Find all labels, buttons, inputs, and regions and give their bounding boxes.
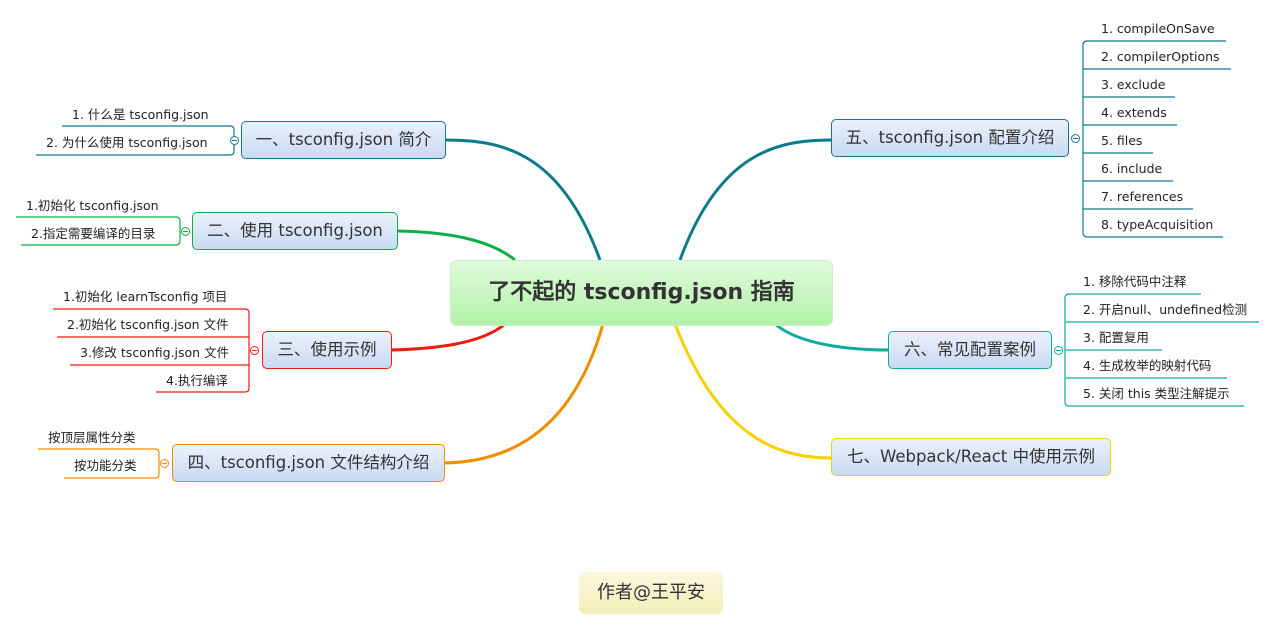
subtopic[interactable]: 1.初始化 learnTsconfig 项目 [63, 289, 227, 305]
subtopic[interactable]: 1. compileOnSave [1101, 21, 1215, 37]
connector-branch-3 [390, 322, 506, 352]
connector-branch-6 [774, 322, 890, 352]
subtopic[interactable]: 1. 什么是 tsconfig.json [72, 107, 209, 123]
subtopic[interactable]: 2. 开启null、undefined检测 [1083, 302, 1247, 318]
connector-branch-1 [444, 138, 602, 261]
main-topic-3[interactable]: 三、使用示例 [262, 331, 392, 369]
collapse-icon[interactable] [1054, 346, 1063, 355]
collapse-icon[interactable] [1071, 134, 1080, 143]
subtopic[interactable]: 1. 移除代码中注释 [1083, 274, 1186, 290]
subtopic[interactable]: 2.指定需要编译的目录 [31, 226, 155, 242]
connector-branch-7 [673, 323, 833, 460]
subtopic[interactable]: 4. 生成枚举的映射代码 [1083, 358, 1211, 374]
subtopic[interactable]: 2. compilerOptions [1101, 49, 1220, 65]
subtopic[interactable]: 5. files [1101, 133, 1142, 149]
subtopic[interactable]: 4. extends [1101, 105, 1167, 121]
subtopic[interactable]: 3. exclude [1101, 77, 1165, 93]
subtopic[interactable]: 6. include [1101, 161, 1162, 177]
author-label[interactable]: 作者@王平安 [579, 572, 723, 614]
subtopic[interactable]: 8. typeAcquisition [1101, 217, 1213, 233]
central-topic[interactable]: 了不起的 tsconfig.json 指南 [450, 260, 833, 326]
subtopic[interactable]: 5. 关闭 this 类型注解提示 [1083, 386, 1230, 402]
subtopic[interactable]: 按顶层属性分类 [48, 430, 136, 446]
subtopic[interactable]: 1.初始化 tsconfig.json [26, 198, 159, 214]
main-topic-5[interactable]: 五、tsconfig.json 配置介绍 [831, 119, 1069, 157]
collapse-icon[interactable] [230, 136, 239, 145]
collapse-icon[interactable] [181, 227, 190, 236]
collapse-icon[interactable] [250, 346, 259, 355]
main-topic-1[interactable]: 一、tsconfig.json 简介 [241, 121, 446, 159]
connector-branch-4 [443, 323, 605, 465]
subtopic[interactable]: 2.初始化 tsconfig.json 文件 [67, 317, 229, 333]
connector-branch-5 [678, 138, 833, 261]
subtopic[interactable]: 按功能分类 [74, 458, 137, 474]
main-topic-6[interactable]: 六、常见配置案例 [888, 331, 1052, 369]
main-topic-4[interactable]: 四、tsconfig.json 文件结构介绍 [172, 444, 445, 482]
subtopic[interactable]: 7. references [1101, 189, 1183, 205]
subtopic[interactable]: 3. 配置复用 [1083, 330, 1149, 346]
connector-branch-2 [396, 229, 516, 262]
subtopic[interactable]: 3.修改 tsconfig.json 文件 [80, 345, 229, 361]
subtopic[interactable]: 4.执行编译 [166, 373, 228, 389]
collapse-icon[interactable] [160, 459, 169, 468]
main-topic-2[interactable]: 二、使用 tsconfig.json [192, 212, 398, 250]
subtopic[interactable]: 2. 为什么使用 tsconfig.json [46, 135, 208, 151]
main-topic-7[interactable]: 七、Webpack/React 中使用示例 [831, 438, 1111, 476]
